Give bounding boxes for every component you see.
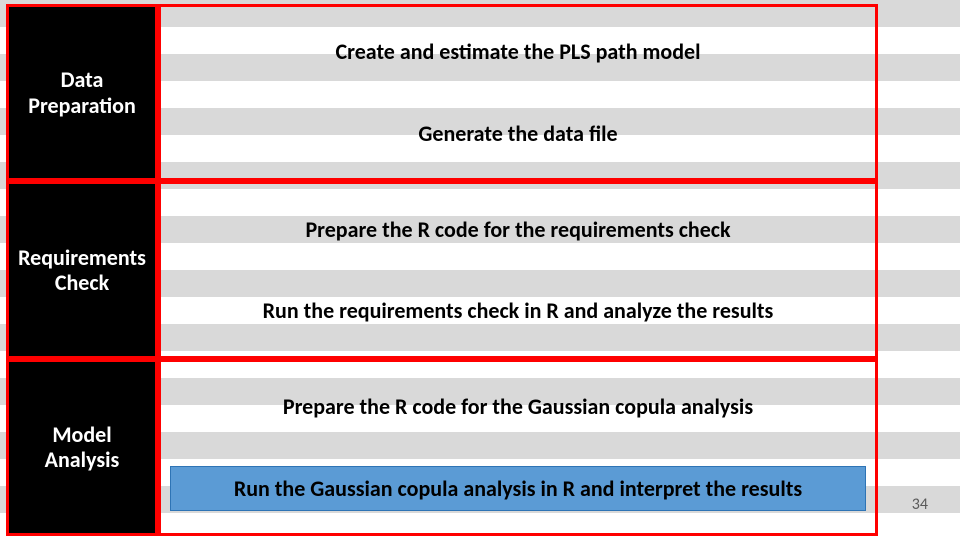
section-label-requirements-check: RequirementsCheck: [6, 181, 158, 358]
section-steps-data-preparation: Create and estimate the PLS path model G…: [158, 4, 878, 181]
section-steps-model-analysis: Prepare the R code for the Gaussian copu…: [158, 359, 878, 536]
process-table: DataPreparation Create and estimate the …: [6, 4, 878, 536]
page-number: 34: [912, 495, 928, 514]
step-create-pls-model: Create and estimate the PLS path model: [171, 30, 865, 73]
section-label-data-preparation: DataPreparation: [6, 4, 158, 181]
row-data-preparation: DataPreparation Create and estimate the …: [6, 4, 878, 181]
step-run-copula-analysis: Run the Gaussian copula analysis in R an…: [171, 467, 865, 510]
step-prepare-req-code: Prepare the R code for the requirements …: [171, 208, 865, 251]
step-prepare-copula-code: Prepare the R code for the Gaussian copu…: [171, 385, 865, 428]
step-run-req-check: Run the requirements check in R and anal…: [171, 289, 865, 332]
slide: DataPreparation Create and estimate the …: [0, 0, 960, 540]
step-generate-data-file: Generate the data file: [171, 112, 865, 155]
row-model-analysis: ModelAnalysis Prepare the R code for the…: [6, 359, 878, 536]
row-requirements-check: RequirementsCheck Prepare the R code for…: [6, 181, 878, 358]
section-steps-requirements-check: Prepare the R code for the requirements …: [158, 181, 878, 358]
section-label-model-analysis: ModelAnalysis: [6, 359, 158, 536]
